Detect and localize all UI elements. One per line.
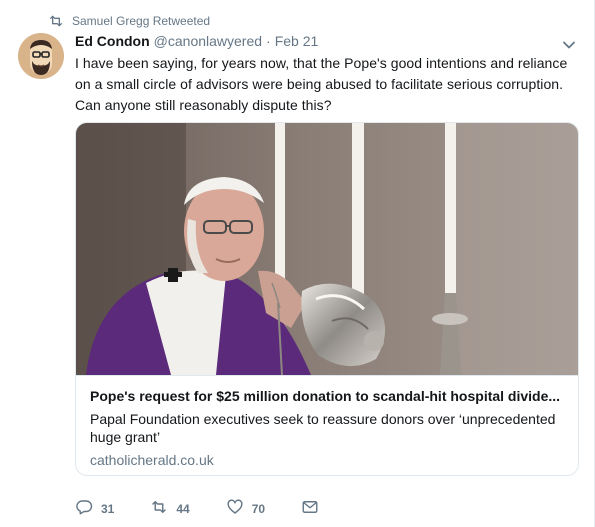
retweet-context: Samuel Gregg Retweeted	[48, 12, 210, 30]
tweet-actions: 31 44 70	[75, 498, 355, 519]
card-domain[interactable]: catholicherald.co.uk	[90, 452, 214, 468]
card-image[interactable]	[76, 123, 579, 375]
tweet-text: I have been saying, for years now, that …	[75, 55, 568, 113]
avatar[interactable]	[18, 33, 64, 79]
like-count: 70	[251, 501, 266, 516]
author-handle[interactable]: @canonlawyered	[154, 33, 262, 49]
retweet-icon	[150, 498, 168, 519]
reply-count: 31	[101, 501, 115, 516]
reply-button[interactable]: 31	[75, 498, 114, 519]
tweet-date[interactable]: Feb 21	[275, 33, 319, 49]
envelope-icon	[301, 498, 319, 519]
chevron-down-icon[interactable]	[562, 38, 576, 52]
retweet-button[interactable]: 44	[150, 498, 190, 519]
card-description: Papal Foundation executives seek to reas…	[90, 411, 556, 445]
like-button[interactable]: 70	[226, 498, 265, 519]
card-body[interactable]: Pope's request for $25 million donation …	[76, 375, 578, 468]
retweeted-by-label[interactable]: Samuel Gregg Retweeted	[72, 14, 210, 28]
retweet-icon	[48, 13, 64, 29]
separator-dot: ·	[266, 33, 271, 49]
link-card[interactable]: Pope's request for $25 million donation …	[75, 122, 579, 476]
card-title[interactable]: Pope's request for $25 million donation …	[90, 388, 566, 404]
reply-icon	[75, 498, 93, 519]
retweet-count: 44	[176, 501, 190, 516]
author-name[interactable]: Ed Condon	[75, 33, 150, 49]
heart-icon	[226, 498, 244, 519]
direct-message-button[interactable]	[301, 498, 319, 519]
tweet-header: Ed Condon @canonlawyered · Feb 21	[75, 33, 318, 49]
tweet[interactable]: Samuel Gregg Retweeted Ed Condon @canonl…	[0, 0, 595, 527]
